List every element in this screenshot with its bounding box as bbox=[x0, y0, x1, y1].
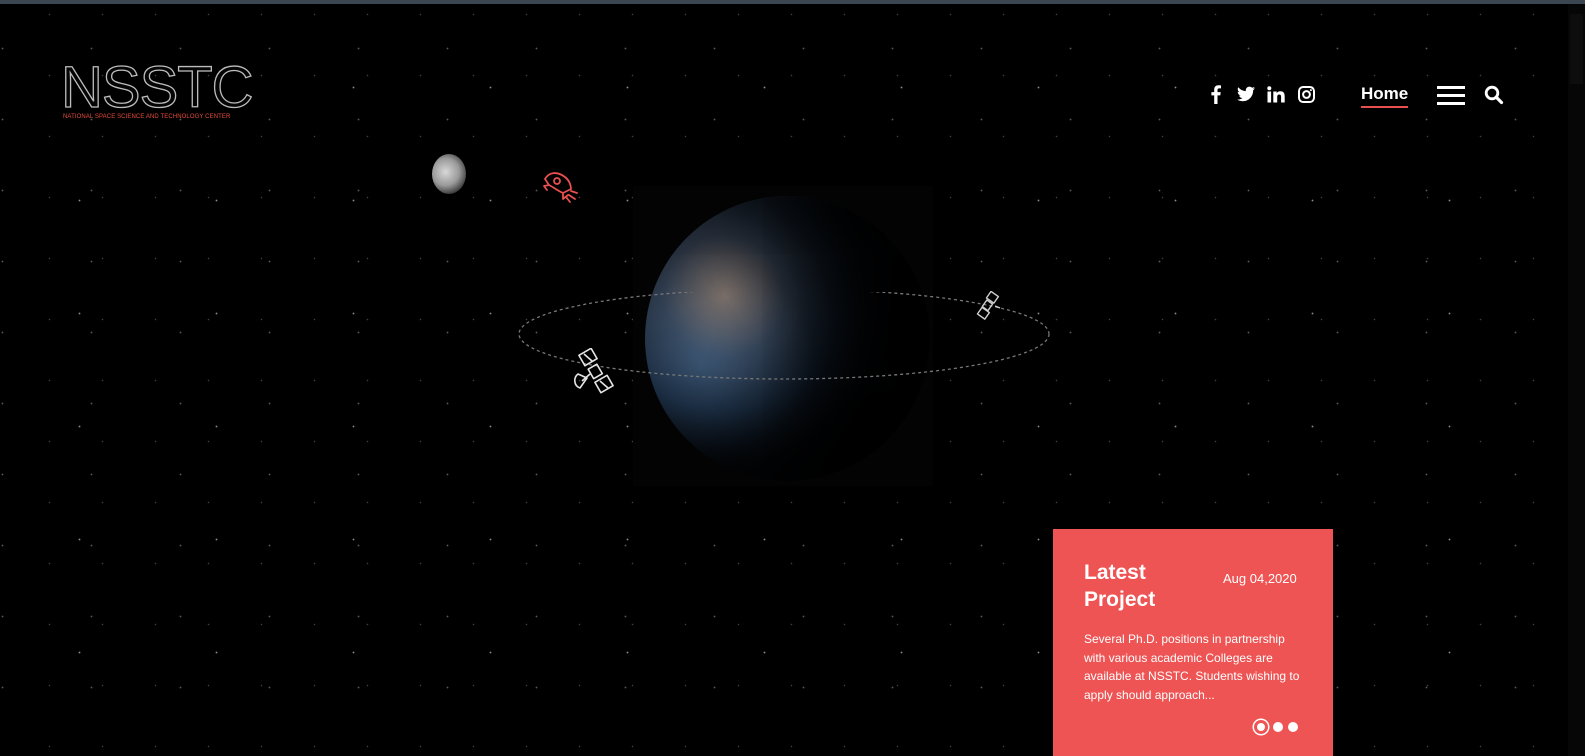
card-date: Aug 04,2020 bbox=[1223, 571, 1297, 586]
social-links bbox=[1207, 84, 1315, 104]
site-logo[interactable]: NSSTC NATIONAL SPACE SCIENCE AND TECHNOL… bbox=[60, 55, 261, 120]
slider-dot[interactable] bbox=[1254, 720, 1268, 734]
hamburger-menu-icon[interactable] bbox=[1437, 86, 1465, 106]
linkedin-icon[interactable] bbox=[1267, 84, 1285, 104]
logo-wordmark: NSSTC bbox=[60, 55, 254, 120]
scrollbar-thumb[interactable] bbox=[1570, 14, 1583, 84]
instagram-icon[interactable] bbox=[1297, 84, 1315, 104]
satellite-icon bbox=[976, 290, 1006, 327]
slider-dot[interactable] bbox=[1288, 722, 1298, 732]
satellite-icon bbox=[570, 347, 616, 402]
facebook-icon[interactable] bbox=[1207, 84, 1225, 104]
hero-section: NSSTC NATIONAL SPACE SCIENCE AND TECHNOL… bbox=[0, 4, 1568, 756]
nav-home-link[interactable]: Home bbox=[1361, 84, 1409, 108]
moon-image bbox=[432, 154, 466, 194]
slider-dot[interactable] bbox=[1273, 722, 1283, 732]
card-description: Several Ph.D. positions in partnership w… bbox=[1084, 632, 1300, 702]
search-icon[interactable] bbox=[1484, 85, 1504, 105]
card-title: Latest Project bbox=[1084, 561, 1156, 611]
page-scrollbar[interactable] bbox=[1568, 4, 1585, 756]
rocket-icon bbox=[541, 169, 579, 209]
twitter-icon[interactable] bbox=[1237, 84, 1255, 104]
latest-project-card[interactable]: Latest Project Aug 04,2020 Several Ph.D.… bbox=[1053, 529, 1333, 756]
slider-pagination bbox=[1254, 720, 1298, 734]
